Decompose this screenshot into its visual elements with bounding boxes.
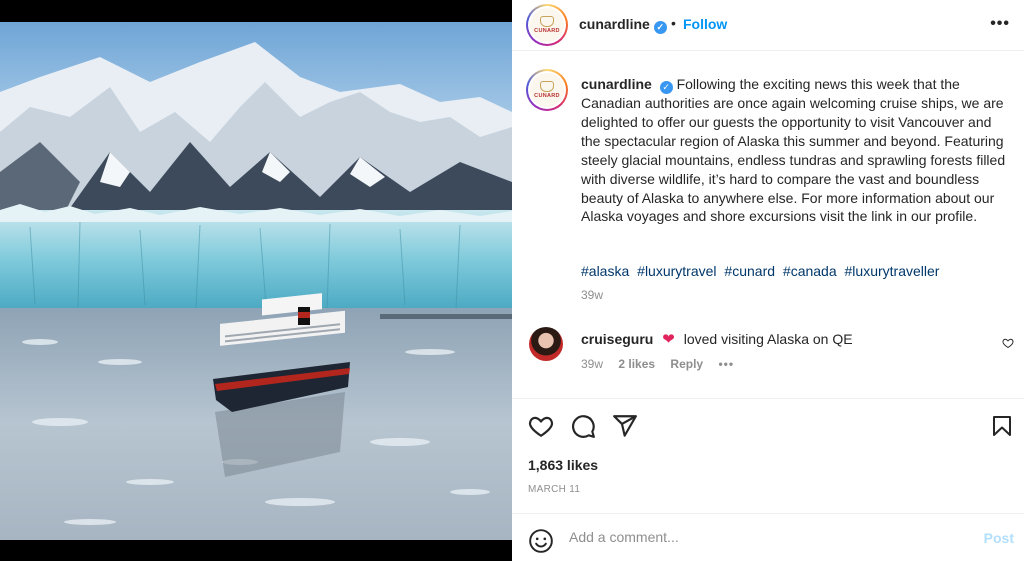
smiley-icon xyxy=(529,529,553,553)
cunard-logo: CUNARD xyxy=(530,73,564,107)
share-paper-plane-icon[interactable] xyxy=(612,413,638,444)
hashtag-link[interactable]: #alaska xyxy=(581,263,629,279)
add-comment-bar: Post xyxy=(512,513,1024,561)
verified-badge-icon: ✓ xyxy=(653,21,667,34)
commenter-username[interactable]: cruiseguru xyxy=(581,331,653,347)
hashtag-link[interactable]: #canada xyxy=(783,263,837,279)
more-options-icon[interactable]: ••• xyxy=(990,15,1010,33)
comment-more-icon[interactable]: ••• xyxy=(718,357,734,371)
avatar-border: CUNARD xyxy=(528,6,566,44)
avatar-brand-text: CUNARD xyxy=(534,93,560,99)
caption-timestamp[interactable]: 39w xyxy=(581,288,603,302)
post-date[interactable]: MARCH 11 xyxy=(528,484,580,495)
post-media xyxy=(0,0,512,561)
comment-meta: 39w 2 likes Reply ••• xyxy=(581,357,746,371)
heart-icon xyxy=(528,416,554,438)
comment-like-heart-icon[interactable] xyxy=(1002,336,1014,354)
commenter-avatar[interactable] xyxy=(529,327,563,361)
post-caption: cunardline ✓ Following the exciting news… xyxy=(581,75,1006,226)
caption-username[interactable]: cunardline xyxy=(581,76,652,92)
post-side-panel: CUNARD cunardline ✓ • Follow ••• CUNARD c… xyxy=(512,0,1024,561)
caption-avatar[interactable]: CUNARD xyxy=(526,69,568,111)
post-header: CUNARD cunardline ✓ • Follow ••• xyxy=(512,0,1024,51)
post-photo-alaska-cruise[interactable] xyxy=(0,22,512,540)
like-heart-icon[interactable] xyxy=(528,413,554,444)
hashtag-list: #alaska #luxurytravel #cunard #canada #l… xyxy=(581,263,943,279)
comment-icon xyxy=(572,415,595,438)
comment-body: loved visiting Alaska on QE xyxy=(683,331,853,347)
avatar-brand-text: CUNARD xyxy=(534,28,560,34)
save-bookmark-icon[interactable] xyxy=(990,413,1014,444)
header-username[interactable]: cunardline ✓ xyxy=(579,16,667,34)
crest-icon xyxy=(540,16,554,27)
profile-avatar[interactable]: CUNARD xyxy=(526,4,568,46)
avatar-border: CUNARD xyxy=(528,71,566,109)
reply-button[interactable]: Reply xyxy=(670,357,703,371)
follow-button[interactable]: Follow xyxy=(683,16,727,32)
paper-plane-icon xyxy=(613,415,637,437)
photo-illustration xyxy=(0,22,512,540)
add-comment-input[interactable] xyxy=(569,529,959,545)
hashtag-link[interactable]: #cunard xyxy=(724,263,775,279)
red-heart-emoji: ❤ xyxy=(662,331,675,348)
hashtag-link[interactable]: #luxurytraveller xyxy=(845,263,940,279)
likes-count[interactable]: 1,863 likes xyxy=(528,457,598,473)
heart-outline-icon xyxy=(1002,338,1014,349)
post-comment-button[interactable]: Post xyxy=(984,530,1014,546)
comment-likes[interactable]: 2 likes xyxy=(618,357,655,371)
comment-bubble-icon[interactable] xyxy=(570,413,596,444)
bookmark-icon xyxy=(993,416,1011,436)
caption-text: Following the exciting news this week th… xyxy=(581,76,1006,225)
cunard-logo: CUNARD xyxy=(530,8,564,42)
emoji-smiley-icon[interactable] xyxy=(528,528,554,559)
verified-badge-icon: ✓ xyxy=(659,81,673,94)
header-username-text[interactable]: cunardline xyxy=(579,16,650,32)
separator-dot: • xyxy=(671,15,676,31)
comment: cruiseguru ❤ loved visiting Alaska on QE xyxy=(581,330,853,348)
hashtag-link[interactable]: #luxurytravel xyxy=(637,263,716,279)
comment-timestamp[interactable]: 39w xyxy=(581,357,603,371)
crest-icon xyxy=(540,81,554,92)
post-actions: 1,863 likes MARCH 11 xyxy=(512,398,1024,513)
